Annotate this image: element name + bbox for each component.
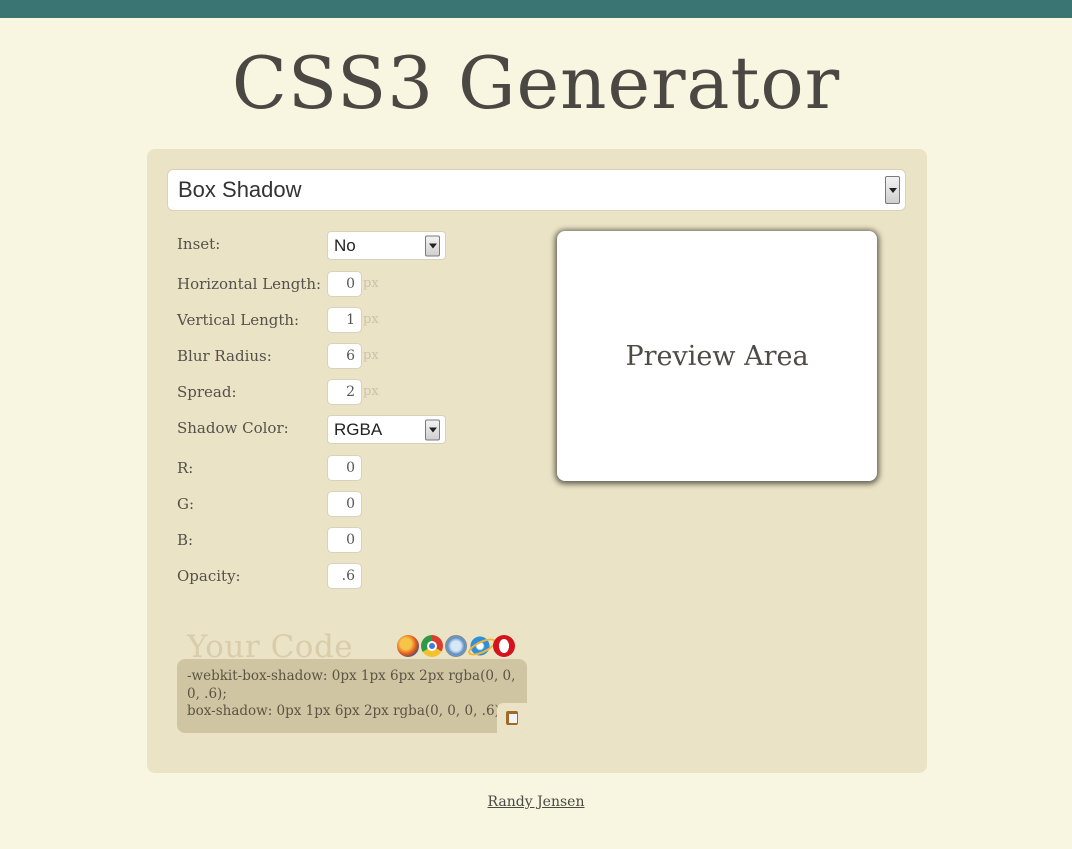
blur-input[interactable]: 6 <box>327 343 362 369</box>
horizontal-input[interactable]: 0 <box>327 271 362 297</box>
firefox-icon <box>397 635 419 657</box>
copy-button[interactable] <box>497 703 527 733</box>
opacity-label: Opacity: <box>177 567 241 585</box>
shadow-color-value: RGBA <box>334 420 383 439</box>
generator-type-value: Box Shadow <box>178 177 302 202</box>
shadow-color-label: Shadow Color: <box>177 419 289 437</box>
spread-unit: px <box>363 384 379 399</box>
horizontal-unit: px <box>363 276 379 291</box>
r-input[interactable]: 0 <box>327 455 362 481</box>
page-title: CSS3 Generator <box>231 41 841 125</box>
shadow-color-select[interactable]: RGBA <box>327 415 446 444</box>
browser-icons <box>397 635 515 657</box>
chrome-icon <box>421 635 443 657</box>
vertical-input[interactable]: 1 <box>327 307 362 333</box>
blur-unit: px <box>363 348 379 363</box>
code-output[interactable]: -webkit-box-shadow: 0px 1px 6px 2px rgba… <box>177 659 527 733</box>
g-label: G: <box>177 495 195 513</box>
chevron-down-icon[interactable] <box>425 419 440 440</box>
blur-label: Blur Radius: <box>177 347 272 365</box>
top-bar <box>0 0 1072 18</box>
b-label: B: <box>177 531 194 549</box>
generator-panel: Box Shadow Inset: No Horizontal Length: … <box>147 149 927 773</box>
b-input[interactable]: 0 <box>327 527 362 553</box>
chevron-down-icon[interactable] <box>885 176 900 204</box>
g-input[interactable]: 0 <box>327 491 362 517</box>
author-link[interactable]: Randy Jensen <box>488 794 585 810</box>
horizontal-label: Horizontal Length: <box>177 275 322 293</box>
opacity-input[interactable]: .6 <box>327 563 362 589</box>
opera-icon <box>493 635 515 657</box>
inset-select[interactable]: No <box>327 231 446 260</box>
inset-label: Inset: <box>177 235 221 253</box>
ie-icon <box>469 635 491 657</box>
r-label: R: <box>177 459 194 477</box>
vertical-unit: px <box>363 312 379 327</box>
code-line-webkit: -webkit-box-shadow: 0px 1px 6px 2px rgba… <box>187 668 516 702</box>
spread-label: Spread: <box>177 383 237 401</box>
vertical-label: Vertical Length: <box>177 311 300 329</box>
preview-text: Preview Area <box>625 340 809 372</box>
footer: Randy Jensen <box>0 794 1072 810</box>
generator-type-select[interactable]: Box Shadow <box>167 169 906 211</box>
code-line-standard: box-shadow: 0px 1px 6px 2px rgba(0, 0, 0… <box>187 703 505 719</box>
spread-input[interactable]: 2 <box>327 379 362 405</box>
chevron-down-icon[interactable] <box>425 235 440 256</box>
safari-icon <box>445 635 467 657</box>
clipboard-icon <box>506 711 518 725</box>
preview-area: Preview Area <box>557 231 877 481</box>
inset-value: No <box>334 236 356 255</box>
